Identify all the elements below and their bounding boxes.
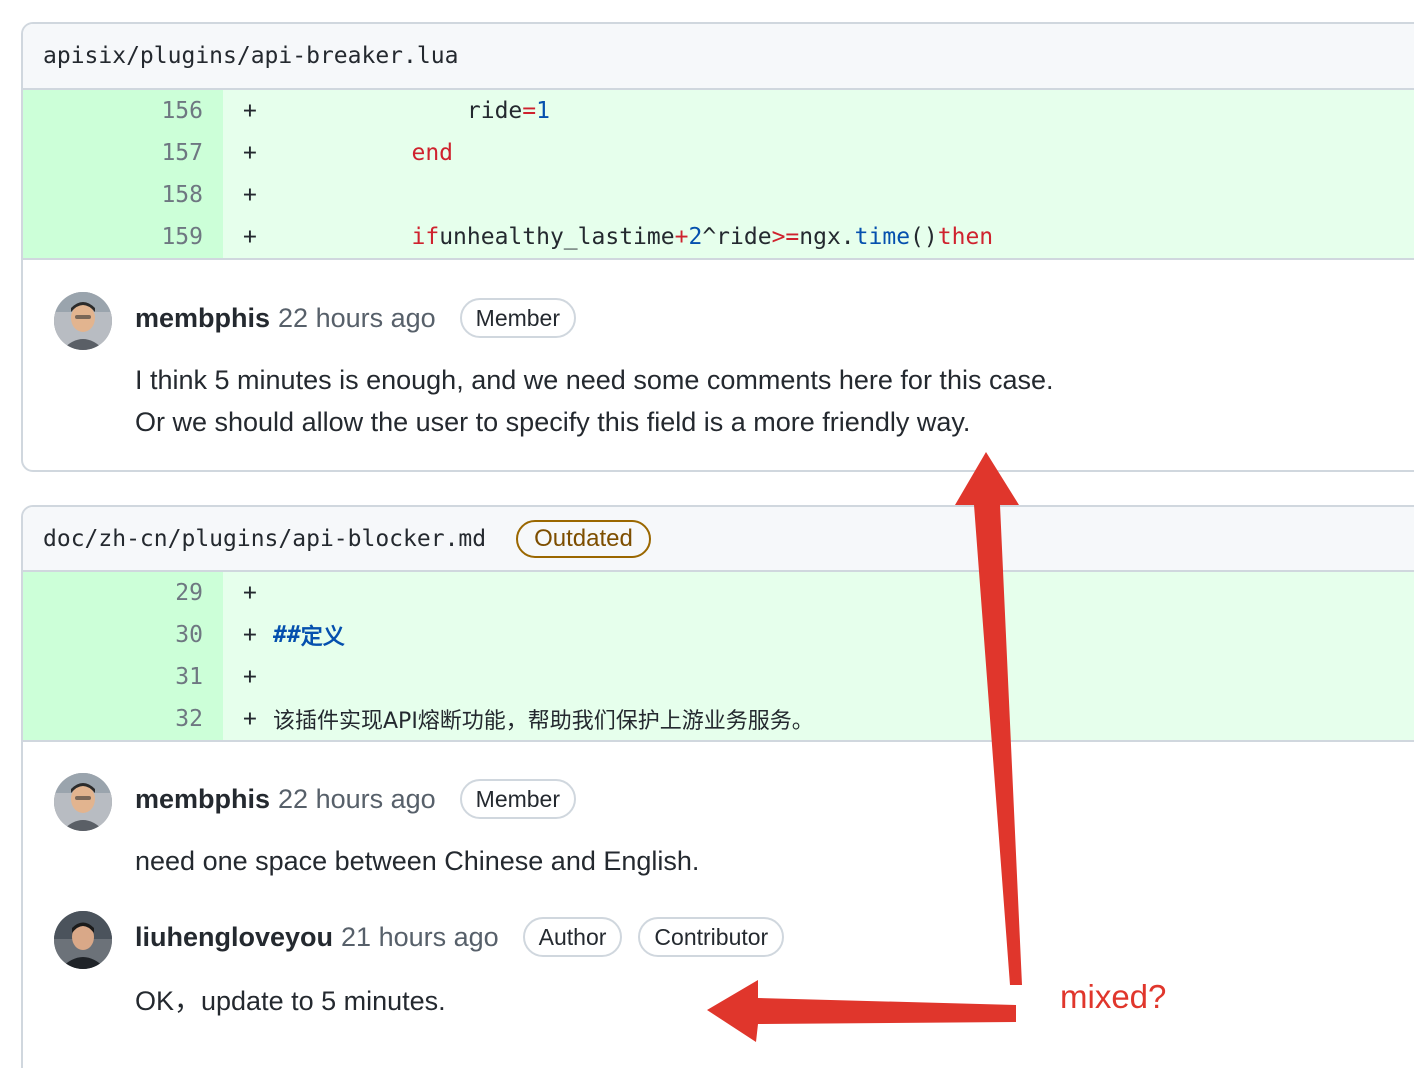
comment-header: liuhengloveyou 21 hours ago Author Contr… (135, 917, 785, 957)
avatar[interactable] (54, 292, 112, 350)
added-marker: + (243, 622, 257, 648)
line-number[interactable]: 156 (23, 90, 223, 132)
code-line: + ride = 1 (223, 90, 1414, 132)
code-token: 2 (688, 224, 703, 250)
code-token: then (937, 224, 994, 250)
diff-line: 29 + (23, 572, 1414, 614)
line-number[interactable]: 30 (23, 614, 223, 656)
code-line: + 该插件实现API熔断功能，帮助我们保护上游业务服务。 (223, 698, 1414, 740)
comment-text-line: Or we should allow the user to specify t… (135, 407, 971, 437)
annotation-label: mixed? (1060, 978, 1167, 1015)
code-token: unhealthy_lastime (439, 224, 675, 250)
member-badge: Member (459, 298, 577, 338)
line-number[interactable]: 31 (23, 656, 223, 698)
file-path-link[interactable]: doc/zh-cn/plugins/api-blocker.md (43, 526, 486, 552)
comment-text-line: OK，update to 5 minutes. (135, 986, 446, 1016)
diff-line: 158 + (23, 174, 1414, 216)
code-token: end (411, 140, 454, 166)
code-line: + ## 定义 (223, 614, 1414, 656)
file-path-link[interactable]: apisix/plugins/api-breaker.lua (43, 43, 458, 69)
code-line: + (223, 174, 1414, 216)
review-thread-api-breaker: apisix/plugins/api-breaker.lua 156 + rid… (21, 22, 1414, 472)
diff-line: 159 + if unhealthy_lastime + 2 ^ride >= n… (23, 216, 1414, 258)
line-number[interactable]: 157 (23, 132, 223, 174)
file-header: apisix/plugins/api-breaker.lua (23, 24, 1414, 90)
comment-timestamp-link[interactable]: 22 hours ago (278, 784, 436, 815)
code-token: ^ride (702, 224, 772, 250)
avatar[interactable] (54, 911, 112, 969)
outdated-badge: Outdated (516, 519, 651, 558)
added-marker: + (243, 224, 257, 250)
comment-author-link[interactable]: membphis (135, 303, 270, 334)
code-token: 定义 (300, 625, 345, 650)
avatar[interactable] (54, 773, 112, 831)
diff-line: 157 + end (23, 132, 1414, 174)
added-marker: + (243, 182, 257, 208)
code-token: ## (273, 622, 301, 648)
code-token: + (674, 224, 689, 250)
comment-header: membphis 22 hours ago Member (135, 779, 577, 819)
code-line: + end (223, 132, 1414, 174)
avatar-photo-icon (54, 292, 112, 350)
comment-timestamp-link[interactable]: 22 hours ago (278, 303, 436, 334)
code-line: + if unhealthy_lastime + 2 ^ride >= ngx. t… (223, 216, 1414, 258)
author-badge: Author (522, 917, 623, 957)
member-badge: Member (459, 779, 577, 819)
code-token: = (522, 98, 537, 124)
added-marker: + (243, 706, 257, 732)
diff-line: 31 + (23, 656, 1414, 698)
comment-text-line: I think 5 minutes is enough, and we need… (135, 365, 1054, 395)
code-line: + (223, 572, 1414, 614)
line-number[interactable]: 29 (23, 572, 223, 614)
comment-header: membphis 22 hours ago Member (135, 298, 577, 338)
comment-body: need one space between Chinese and Engli… (135, 840, 699, 882)
diff-line: 156 + ride = 1 (23, 90, 1414, 132)
code-token: ngx. (799, 224, 855, 250)
code-token: ride (466, 98, 523, 124)
comment-author-link[interactable]: liuhengloveyou (135, 922, 333, 953)
review-thread-api-blocker: doc/zh-cn/plugins/api-blocker.md Outdate… (21, 505, 1414, 1068)
file-header: doc/zh-cn/plugins/api-blocker.md Outdate… (23, 507, 1414, 572)
comment-body: I think 5 minutes is enough, and we need… (135, 359, 1054, 443)
line-number[interactable]: 32 (23, 698, 223, 740)
added-marker: + (243, 580, 257, 606)
comment-text-line: need one space between Chinese and Engli… (135, 846, 700, 876)
code-token: 1 (536, 98, 550, 124)
code-line: + (223, 656, 1414, 698)
added-marker: + (243, 98, 257, 124)
diff-hunk: 156 + ride = 1 157 + end 158 + 159 + if … (23, 90, 1414, 260)
avatar-photo-icon (54, 911, 112, 969)
line-number[interactable]: 158 (23, 174, 223, 216)
line-number[interactable]: 159 (23, 216, 223, 258)
code-token: time (854, 224, 911, 250)
code-token: 该插件实现API熔断功能，帮助我们保护上游业务服务。 (273, 709, 814, 734)
diff-line: 30 + ## 定义 (23, 614, 1414, 656)
avatar-photo-icon (54, 773, 112, 831)
comment-timestamp-link[interactable]: 21 hours ago (341, 922, 499, 953)
code-token: >= (771, 224, 800, 250)
comment-body: OK，update to 5 minutes. (135, 980, 446, 1022)
diff-hunk: 29 + 30 + ## 定义 31 + 32 + 该插件实现API熔断功能，帮助我… (23, 572, 1414, 742)
contributor-badge: Contributor (638, 917, 785, 957)
added-marker: + (243, 140, 257, 166)
diff-line: 32 + 该插件实现API熔断功能，帮助我们保护上游业务服务。 (23, 698, 1414, 740)
comment-author-link[interactable]: membphis (135, 784, 270, 815)
code-token: if (411, 224, 440, 250)
added-marker: + (243, 664, 257, 690)
code-token: () (910, 224, 938, 250)
